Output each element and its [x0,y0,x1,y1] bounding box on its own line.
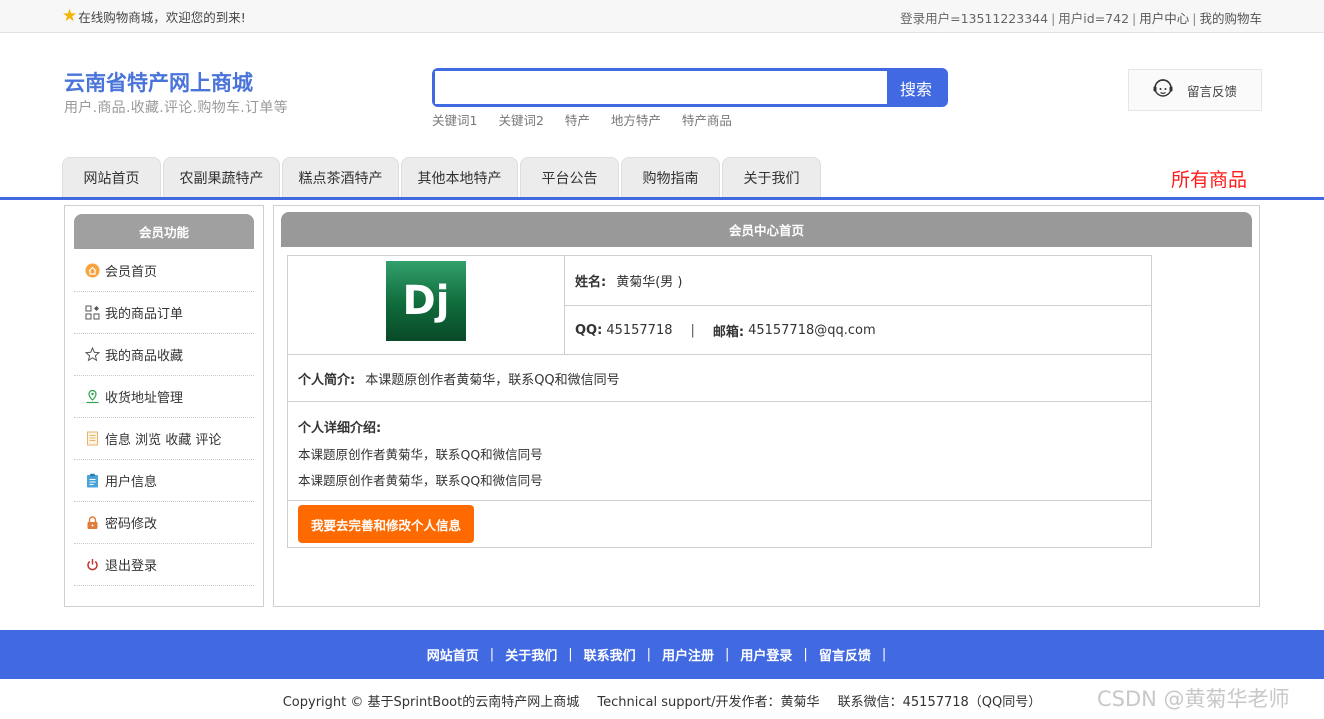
nav-tab-about[interactable]: 关于我们 [722,157,821,197]
detail-line: 本课题原创作者黄菊华，联系QQ和微信同号 [298,447,543,462]
logged-in-user: 登录用户=13511223344 [900,11,1049,26]
welcome-text: 在线购物商城，欢迎您的到来! [78,10,246,25]
keyword-link[interactable]: 关键词2 [498,113,543,128]
footer-nav: 网站首页 | 关于我们 | 联系我们 | 用户注册 | 用户登录 | 留言反馈 | [0,630,1324,679]
nav-tab-produce[interactable]: 农副果蔬特产 [163,157,280,197]
sidebar-item-orders[interactable]: 我的商品订单 [74,292,254,334]
search-button[interactable]: 搜索 [887,71,945,104]
keyword-link[interactable]: 特产商品 [682,113,732,128]
edit-profile-button[interactable]: 我要去完善和修改个人信息 [298,505,474,543]
footer-link-login[interactable]: 用户登录 [740,645,792,664]
search-input[interactable] [435,71,885,104]
customer-service-icon [1151,76,1175,104]
sidebar-item-label: 信息 浏览 收藏 评论 [105,433,222,448]
sidebar-item-label: 用户信息 [105,475,158,490]
sidebar-title: 会员功能 [74,214,254,249]
grid-icon [85,305,100,320]
welcome-message: ★ 在线购物商城，欢迎您的到来! [62,7,246,26]
intro-row: 个人简介: 本课题原创作者黄菊华，联系QQ和微信同号 [288,355,1152,402]
site-subtitle: 用户.商品.收藏.评论.购物车.订单等 [64,100,288,116]
document-icon [85,431,100,446]
contact-separator: | [690,322,695,338]
sidebar-item-favorites[interactable]: 我的商品收藏 [74,334,254,376]
footer-link-home[interactable]: 网站首页 [427,645,479,664]
member-main-panel: 会员中心首页 Dj 姓名: 黄菊华(男 ) QQ: 45157718 | 邮箱:… [273,205,1260,607]
sidebar-item-label: 会员首页 [105,265,158,280]
nav-tab-home[interactable]: 网站首页 [62,157,161,197]
detail-line: 本课题原创作者黄菊华，联系QQ和微信同号 [298,473,543,488]
watermark: CSDN @黄菊华老师 [1097,687,1290,711]
sidebar-item-label: 我的商品收藏 [105,349,184,364]
intro-label: 个人简介: [298,372,356,388]
panel-title: 会员中心首页 [281,212,1252,247]
star-icon [85,347,100,362]
sidebar-item-logout[interactable]: 退出登录 [74,544,254,586]
sidebar-item-addresses[interactable]: 收货地址管理 [74,376,254,418]
contact-row: QQ: 45157718 | 邮箱: 45157718@qq.com [565,306,1152,355]
top-links: 登录用户=13511223344 | 用户id=742 | 用户中心 | 我的购物车 [900,11,1262,26]
lock-icon [85,515,100,530]
email-label: 邮箱: [712,324,745,340]
footer-link-about[interactable]: 关于我们 [505,645,557,664]
profile-table: Dj 姓名: 黄菊华(男 ) QQ: 45157718 | 邮箱: 451577… [287,255,1152,548]
nav-tab-pastry-tea-wine[interactable]: 糕点茶酒特产 [282,157,399,197]
top-bar: ★ 在线购物商城，欢迎您的到来! 登录用户=13511223344 | 用户id=7… [0,0,1324,33]
avatar: Dj [386,261,466,341]
nav-divider [0,197,1324,200]
nav-tab-shopping-guide[interactable]: 购物指南 [621,157,720,197]
support-text: Technical support/开发作者：黄菊华 [597,695,820,710]
keyword-link[interactable]: 特产 [565,113,590,128]
user-center-link[interactable]: 用户中心 [1139,11,1189,26]
sidebar-item-label: 收货地址管理 [105,391,184,406]
qq-label: QQ: [575,322,603,338]
footer-link-feedback[interactable]: 留言反馈 [819,645,871,664]
cart-link[interactable]: 我的购物车 [1199,11,1262,26]
nav-tab-other-local[interactable]: 其他本地特产 [401,157,518,197]
footer-link-contact[interactable]: 联系我们 [584,645,636,664]
avatar-cell: Dj [288,256,565,355]
qq-value: 45157718 [606,322,673,338]
copyright-text: Copyright © 基于SprintBoot的云南特产网上商城 [282,695,580,710]
star-icon: ★ [62,6,78,26]
all-products-link[interactable]: 所有商品 [1171,165,1247,192]
clipboard-icon [85,473,100,488]
intro-value: 本课题原创作者黄菊华，联系QQ和微信同号 [365,372,620,388]
sidebar-item-user-info[interactable]: 用户信息 [74,460,254,502]
hot-keywords: 关键词1 关键词2 特产 地方特产 特产商品 [432,110,749,129]
email-value: 45157718@qq.com [748,322,876,338]
search-box: 搜索 [432,68,948,107]
sidebar-item-label: 我的商品订单 [105,307,184,322]
action-row: 我要去完善和修改个人信息 [288,501,1152,548]
home-icon [85,263,100,278]
name-value: 黄菊华(男 ) [616,275,683,290]
member-sidebar: 会员功能 会员首页 我的商品订单 我的商品收藏 收货地址管理 信息 浏览 收藏 … [64,205,264,607]
sidebar-item-member-home[interactable]: 会员首页 [74,250,254,292]
user-id: 用户id=742 [1058,11,1130,26]
detail-label: 个人详细介绍: [298,421,382,436]
sidebar-item-activity[interactable]: 信息 浏览 收藏 评论 [74,418,254,460]
site-title[interactable]: 云南省特产网上商城 [64,67,253,97]
sidebar-item-label: 退出登录 [105,559,158,574]
name-label: 姓名: [575,275,607,290]
power-icon [85,557,100,572]
feedback-label: 留言反馈 [1187,83,1238,99]
footer-link-register[interactable]: 用户注册 [662,645,714,664]
sidebar-item-label: 密码修改 [105,517,158,532]
wechat-text: 联系微信：45157718（QQ同号） [837,695,1042,710]
nav-tab-announcements[interactable]: 平台公告 [520,157,619,197]
keyword-link[interactable]: 关键词1 [432,113,477,128]
sidebar-item-change-password[interactable]: 密码修改 [74,502,254,544]
name-row: 姓名: 黄菊华(男 ) [565,256,1152,306]
detail-row: 个人详细介绍: 本课题原创作者黄菊华，联系QQ和微信同号 本课题原创作者黄菊华，… [288,402,1152,501]
location-icon [85,389,100,404]
main-nav: 网站首页 农副果蔬特产 糕点茶酒特产 其他本地特产 平台公告 购物指南 关于我们 [62,157,823,197]
keyword-link[interactable]: 地方特产 [611,113,661,128]
feedback-button[interactable]: 留言反馈 [1128,69,1262,111]
